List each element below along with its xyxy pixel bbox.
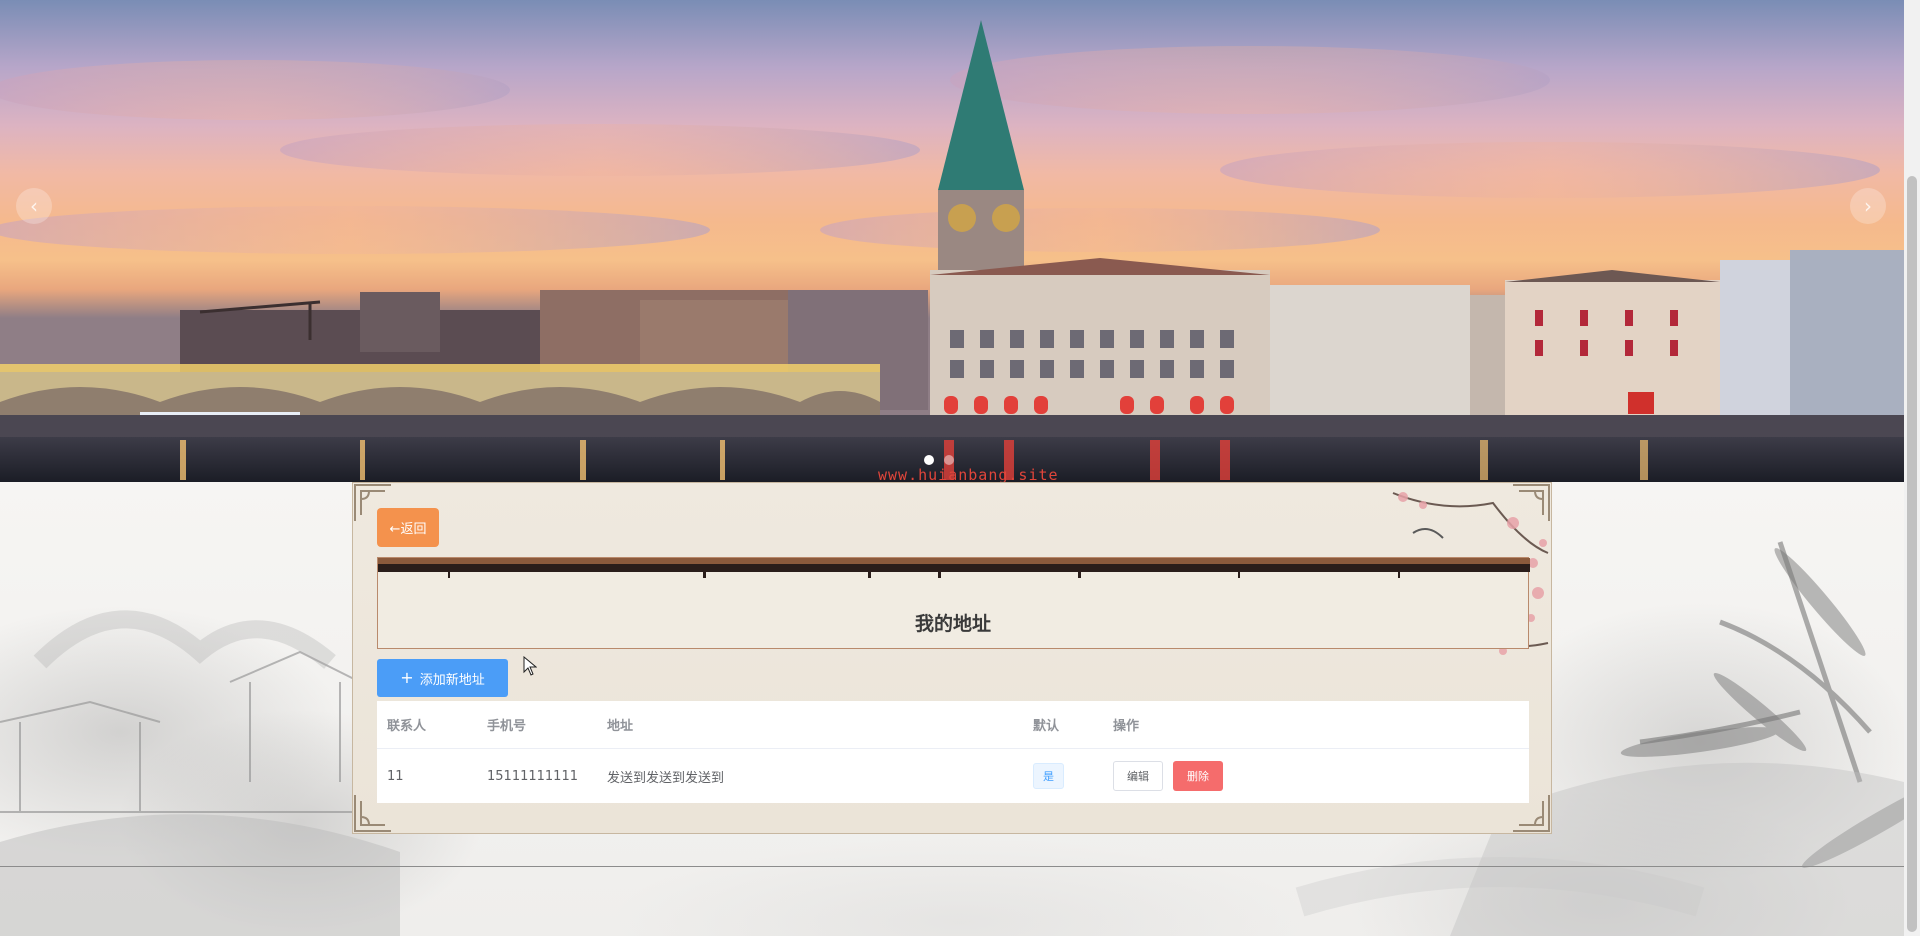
carousel-next-arrow[interactable]: › xyxy=(1850,188,1886,224)
scrollbar-thumb[interactable] xyxy=(1907,176,1917,932)
add-address-label: 添加新地址 xyxy=(419,672,485,688)
page: ‹ › www.huianbang.site ←返回 我的地址 + 添加新地址 … xyxy=(0,0,1920,936)
default-tag: 是 xyxy=(1033,763,1064,789)
add-address-button[interactable]: + 添加新地址 xyxy=(377,659,508,697)
table-row: 11 15111111111 发送到发送到发送到 是 编辑 删除 xyxy=(377,749,1529,803)
plus-icon: + xyxy=(400,668,414,687)
footer-divider xyxy=(0,866,1904,867)
carousel-prev-arrow[interactable]: ‹ xyxy=(16,188,52,224)
carousel-dot-2[interactable] xyxy=(944,455,954,465)
header-actions: 操作 xyxy=(1113,719,1140,734)
mouse-cursor-icon xyxy=(523,656,537,676)
address-table: 联系人 手机号 地址 默认 操作 11 15111111111 发送到发送到发送… xyxy=(377,701,1529,803)
city-skyline-image xyxy=(0,20,1904,482)
hero-carousel[interactable]: ‹ › www.huianbang.site xyxy=(0,0,1904,482)
header-address: 地址 xyxy=(607,719,634,734)
back-button[interactable]: ←返回 xyxy=(377,508,439,547)
header-contact: 联系人 xyxy=(387,719,427,734)
ink-drip-border xyxy=(378,558,1530,578)
header-default: 默认 xyxy=(1033,719,1060,734)
carousel-indicators xyxy=(924,455,954,465)
site-watermark: www.huianbang.site xyxy=(878,466,1059,482)
row-phone: 15111111111 xyxy=(487,768,578,784)
header-phone: 手机号 xyxy=(487,719,527,734)
row-actions: 编辑 删除 xyxy=(1113,749,1223,803)
row-address: 发送到发送到发送到 xyxy=(607,770,725,786)
row-default-cell: 是 xyxy=(1033,749,1064,803)
title-banner: 我的地址 xyxy=(377,557,1530,649)
delete-button[interactable]: 删除 xyxy=(1173,761,1223,791)
table-header: 联系人 手机号 地址 默认 操作 xyxy=(377,701,1529,749)
edit-button[interactable]: 编辑 xyxy=(1113,761,1163,791)
carousel-dot-1[interactable] xyxy=(924,455,934,465)
row-contact: 11 xyxy=(387,768,404,784)
page-title: 我的地址 xyxy=(914,613,991,635)
